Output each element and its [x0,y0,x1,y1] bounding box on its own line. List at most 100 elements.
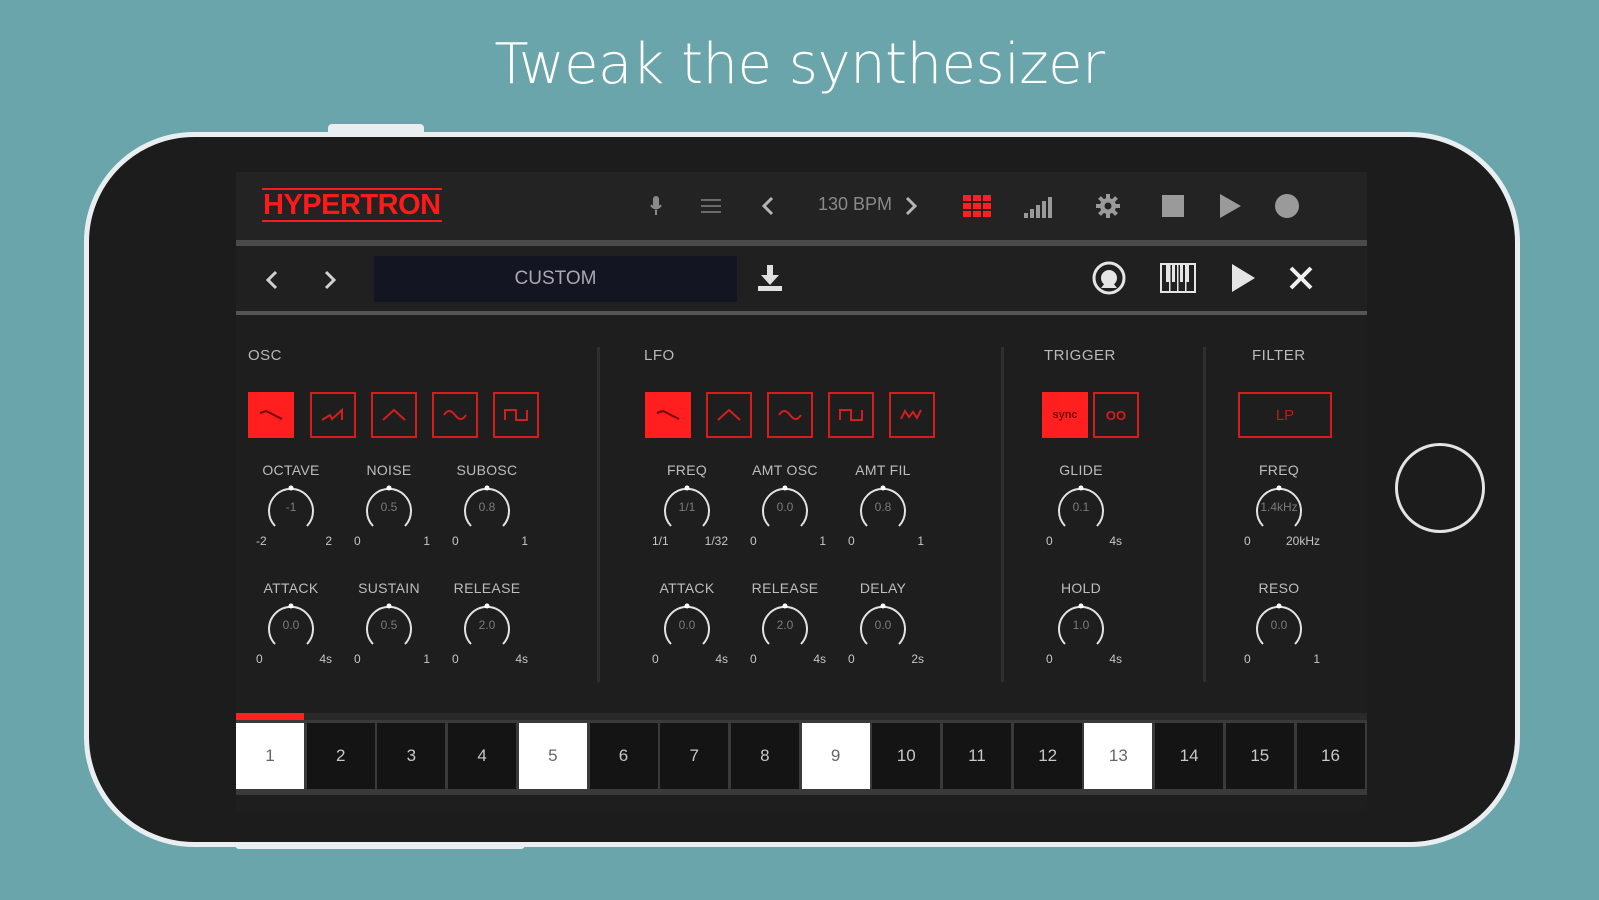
knob-label: FREQ [666,462,708,478]
knob-octave[interactable]: OCTAVE -1 -2 2 [236,462,346,562]
knob-value: 0.0 [874,618,892,632]
step-button[interactable]: 15 [1225,723,1294,789]
knob-reso[interactable]: RESO 0.0 0 1 [1224,580,1334,680]
knob-max-label: 1 [1313,652,1320,666]
knob-value: 2.0 [478,618,496,632]
osc-saw-wave-button[interactable] [248,392,294,438]
playback-progress-track [236,713,1367,720]
step-button[interactable]: 12 [1013,723,1082,789]
knob-lfo-freq[interactable]: FREQ 1/1 1/1 1/32 [632,462,742,562]
lfo-section-label: LFO [644,347,675,364]
knob-value: 0.5 [380,618,398,632]
osc-square-wave-button[interactable] [493,392,539,438]
grid-icon[interactable] [961,190,993,222]
knob-lfo-attack[interactable]: ATTACK 0.0 0 4s [632,580,742,680]
knob-max-label: 1/32 [704,534,728,548]
preview-play-icon[interactable] [1228,262,1258,294]
osc-sine-wave-button[interactable] [432,392,478,438]
knob-min-label: 0 [848,652,855,666]
step-sequencer: 1 2 3 4 5 6 7 8 9 10 11 12 13 14 15 16 [236,720,1367,795]
trigger-loop-button[interactable]: OO [1093,392,1139,438]
osc-triangle-wave-button[interactable] [371,392,417,438]
osc-ramp-wave-button[interactable] [310,392,356,438]
knob-osc-sustain[interactable]: SUSTAIN 0.5 0 1 [334,580,444,680]
preset-next-icon[interactable] [320,264,340,296]
lfo-square-wave-button[interactable] [828,392,874,438]
top-bar: HYPERTRON 130 BPM [236,172,1367,240]
gear-icon[interactable] [1093,190,1123,222]
knob-pointer [484,485,490,491]
close-icon[interactable] [1286,262,1316,294]
preset-name-field[interactable]: CUSTOM [374,256,737,302]
knob-osc-attack[interactable]: ATTACK 0.0 0 4s [236,580,346,680]
knob-max-label: 1 [423,652,430,666]
step-button[interactable]: 13 [1084,723,1153,789]
filter-type-button[interactable]: LP [1238,392,1332,438]
knob-filter-freq[interactable]: FREQ 1.4kHz 0 20kHz [1224,462,1334,562]
step-button[interactable]: 4 [448,723,517,789]
home-button[interactable] [1395,443,1485,533]
step-button[interactable]: 5 [518,723,587,789]
knob-label: RELEASE [453,580,521,596]
knob-pointer [782,603,788,609]
knob-value: 0.8 [478,500,496,514]
knob-amt-osc[interactable]: AMT OSC 0.0 0 1 [730,462,840,562]
knob-subosc[interactable]: SUBOSC 0.8 0 1 [432,462,542,562]
knob-min-label: 0 [848,534,855,548]
preset-prev-icon[interactable] [262,264,282,296]
knob-max-label: 1 [521,534,528,548]
lfo-random-wave-button[interactable] [889,392,935,438]
knob-max-label: 4s [1109,652,1122,666]
lfo-saw-wave-button[interactable] [645,392,691,438]
step-button[interactable]: 6 [589,723,658,789]
knob-max-label: 4s [715,652,728,666]
lfo-sine-wave-button[interactable] [767,392,813,438]
bpm-decrease-icon[interactable] [758,190,778,222]
knob-label: RELEASE [751,580,819,596]
lfo-triangle-wave-button[interactable] [706,392,752,438]
step-button[interactable]: 2 [306,723,375,789]
step-button[interactable]: 7 [660,723,729,789]
sound-browser-icon[interactable] [1091,261,1127,295]
knob-noise[interactable]: NOISE 0.5 0 1 [334,462,444,562]
record-icon[interactable] [1272,190,1302,222]
knob-value: 0.5 [380,500,398,514]
synth-screen: HYPERTRON 130 BPM CUSTOM OSC LFO TRIGGER… [236,172,1367,812]
knob-label: ATTACK [659,580,715,596]
download-icon[interactable] [755,262,785,294]
section-divider [1001,347,1004,682]
menu-icon[interactable] [699,190,723,222]
step-button[interactable]: 8 [730,723,799,789]
step-button[interactable]: 9 [801,723,870,789]
knob-label: OCTAVE [262,462,320,478]
knob-value: -1 [285,500,297,514]
step-button[interactable]: 16 [1296,723,1365,789]
knob-label: ATTACK [263,580,319,596]
bpm-increase-icon[interactable] [901,190,921,222]
bpm-display: 130 BPM [818,194,893,214]
knob-pointer [782,485,788,491]
knob-glide[interactable]: GLIDE 0.1 0 4s [1026,462,1136,562]
step-button[interactable]: 11 [943,723,1011,789]
knob-label: NOISE [366,462,412,478]
knob-osc-release[interactable]: RELEASE 2.0 0 4s [432,580,542,680]
step-button[interactable]: 10 [872,723,941,789]
knob-hold[interactable]: HOLD 1.0 0 4s [1026,580,1136,680]
play-icon[interactable] [1217,190,1243,222]
knob-lfo-delay[interactable]: DELAY 0.0 0 2s [828,580,938,680]
knob-label: SUBOSC [456,462,518,478]
knob-amt-fil[interactable]: AMT FIL 0.8 0 1 [828,462,938,562]
step-button[interactable]: 3 [377,723,446,789]
knob-label: AMT OSC [752,462,818,478]
step-button[interactable]: 14 [1155,723,1224,789]
step-button[interactable]: 1 [236,723,304,789]
knob-min-label: 0 [452,534,459,548]
stop-icon[interactable] [1160,190,1186,222]
microphone-icon[interactable] [644,190,668,222]
trigger-sync-button[interactable]: sync [1042,392,1088,438]
levels-icon[interactable] [1022,190,1058,222]
keyboard-icon[interactable] [1159,262,1197,294]
knob-pointer [880,485,886,491]
knob-max-label: 1 [917,534,924,548]
knob-lfo-release[interactable]: RELEASE 2.0 0 4s [730,580,840,680]
